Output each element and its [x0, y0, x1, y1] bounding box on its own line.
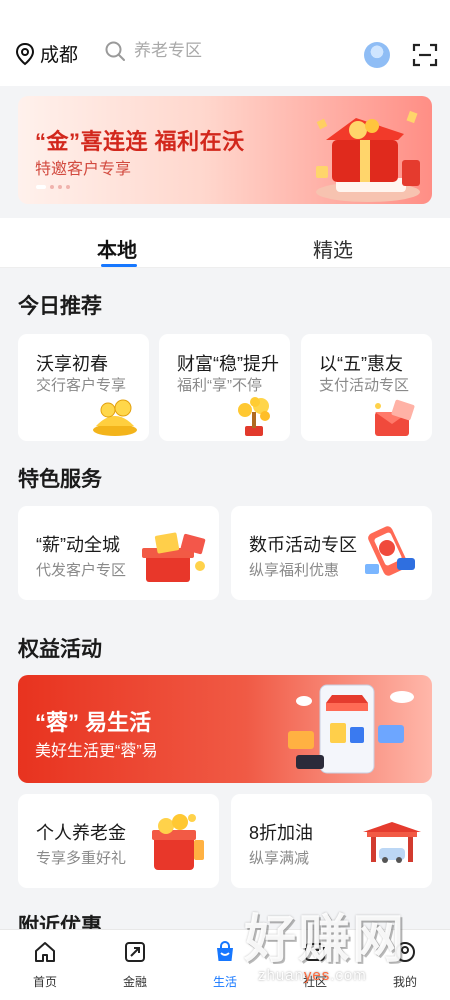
- today-card-wealth[interactable]: 财富“稳”提升 福利“享”不停: [159, 334, 290, 441]
- card-subtitle: 纵享福利优惠: [249, 562, 340, 579]
- promo-banner[interactable]: “金”喜连连 福利在沃 特邀客户专享: [18, 96, 432, 204]
- red-envelope-icon: [375, 399, 415, 436]
- money-tree-icon: [238, 397, 270, 436]
- gold-ingot-icon: [93, 399, 137, 436]
- service-card-salary[interactable]: “薪”动全城 代发客户专区: [18, 506, 219, 600]
- digital-wallet-icon: [365, 526, 415, 576]
- card-subtitle: 交行客户专享: [36, 377, 127, 394]
- section-title-special: 特色服务: [18, 468, 102, 491]
- nav-label: 金融: [122, 975, 147, 989]
- card-subtitle: 支付活动专区: [319, 377, 410, 394]
- banner-subtitle: 美好生活更“蓉”易: [35, 743, 158, 760]
- scan-icon[interactable]: [412, 43, 438, 67]
- location-selector[interactable]: 成都: [14, 40, 78, 67]
- watermark-text: 好赚网: [244, 911, 407, 969]
- search-icon: [105, 41, 125, 61]
- benefit-card-pension[interactable]: 个人养老金 专享多重好礼: [18, 794, 219, 888]
- nav-label: 首页: [32, 975, 57, 989]
- tab-local[interactable]: 本地: [97, 234, 137, 263]
- search-bar[interactable]: [104, 40, 334, 62]
- gift-box-icon: [142, 532, 206, 582]
- benefit-card-fuel[interactable]: 8折加油 纵享满减: [231, 794, 432, 888]
- banner-title: “金”喜连连 福利在沃: [35, 129, 245, 154]
- card-title: “薪”动全城: [36, 535, 120, 555]
- home-icon: [35, 942, 55, 962]
- rong-life-banner[interactable]: “蓉” 易生活 美好生活更“蓉”易: [18, 675, 432, 783]
- avatar[interactable]: [364, 42, 390, 68]
- gas-station-icon: [363, 822, 421, 863]
- today-card-spring[interactable]: 沃享初春 交行客户专享: [18, 334, 149, 441]
- location-label: 成都: [40, 45, 79, 66]
- nav-home[interactable]: 首页: [10, 940, 80, 990]
- card-subtitle: 专享多重好礼: [36, 850, 127, 867]
- service-card-digital-currency[interactable]: 数币活动专区 纵享福利优惠: [231, 506, 432, 600]
- content-tabs: 本地 精选: [0, 218, 450, 268]
- tab-featured[interactable]: 精选: [313, 234, 353, 263]
- today-card-friends[interactable]: 以“五”惠友 支付活动专区: [301, 334, 432, 441]
- app-header: 成都: [0, 0, 450, 86]
- card-subtitle: 纵享满减: [249, 850, 310, 867]
- watermark: 好赚网 zhuanyes.com: [244, 897, 450, 992]
- banner-title: “蓉” 易生活: [35, 710, 152, 735]
- carousel-indicator: [36, 185, 70, 189]
- banner-subtitle: 特邀客户专享: [35, 161, 132, 178]
- card-subtitle: 福利“享”不停: [177, 377, 262, 394]
- finance-icon: [125, 942, 145, 962]
- life-icon: [217, 941, 233, 961]
- pension-gift-icon: [152, 814, 204, 870]
- card-title: 沃享初春: [36, 354, 108, 374]
- active-tab-indicator: [101, 264, 137, 267]
- card-title: 数币活动专区: [249, 535, 357, 555]
- gift-box-illustration: [316, 110, 420, 202]
- shopping-phone-illustration: [288, 684, 414, 774]
- section-title-today: 今日推荐: [18, 295, 102, 318]
- nav-finance[interactable]: 金融: [100, 940, 170, 990]
- search-input[interactable]: [134, 41, 334, 61]
- watermark-url: zhuanyes.com: [258, 967, 367, 984]
- card-title: 个人养老金: [36, 823, 126, 843]
- location-pin-icon: [15, 42, 35, 65]
- card-title: 8折加油: [249, 823, 314, 843]
- card-title: 以“五”惠友: [319, 354, 403, 374]
- card-subtitle: 代发客户专区: [36, 562, 127, 579]
- card-title: 财富“稳”提升: [177, 354, 279, 374]
- section-title-benefits: 权益活动: [18, 638, 102, 661]
